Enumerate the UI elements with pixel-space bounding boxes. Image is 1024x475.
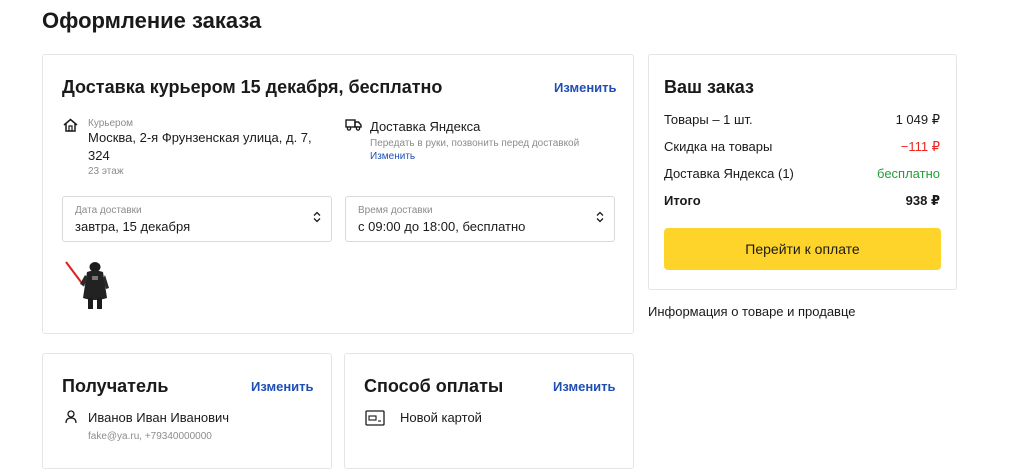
card-icon xyxy=(365,410,385,426)
recipient-change-link[interactable]: Изменить xyxy=(251,379,314,394)
delivery-date-select[interactable]: Дата доставки завтра, 15 декабря xyxy=(62,196,332,242)
product-image[interactable] xyxy=(63,258,113,310)
discount-label: Скидка на товары xyxy=(664,139,773,154)
address-type-label: Курьером xyxy=(88,118,134,129)
delivery-date-value: завтра, 15 декабря xyxy=(75,219,191,234)
product-seller-info-link[interactable]: Информация о товаре и продавце xyxy=(648,304,856,319)
delivery-service-name: Доставка Яндекса xyxy=(370,119,481,134)
address-line1: Москва, 2-я Фрунзенская улица, д. 7, xyxy=(88,130,312,145)
delivery-time-label: Время доставки xyxy=(358,205,433,216)
order-row-total: Итого 938 ₽ xyxy=(664,193,940,211)
home-icon xyxy=(63,118,78,132)
recipient-name: Иванов Иван Иванович xyxy=(88,410,230,425)
truck-icon xyxy=(345,119,362,131)
goods-label: Товары – 1 шт. xyxy=(664,112,753,127)
payment-card: Способ оплаты Изменить Новой картой xyxy=(344,353,634,469)
payment-method: Новой картой xyxy=(400,410,482,425)
delivery-title: Доставка курьером 15 декабря, бесплатно xyxy=(62,77,443,97)
delivery-card: Доставка курьером 15 декабря, бесплатно … xyxy=(42,54,634,334)
address-floor: 23 этаж xyxy=(88,166,124,177)
delivery-change-link[interactable]: Изменить xyxy=(554,80,617,95)
delivery-time-select[interactable]: Время доставки с 09:00 до 18:00, бесплат… xyxy=(345,196,615,242)
order-row-shipping: Доставка Яндекса (1) бесплатно xyxy=(664,166,940,184)
payment-title: Способ оплаты xyxy=(364,376,504,396)
page-title: Оформление заказа xyxy=(42,8,262,33)
delivery-service-change-link[interactable]: Изменить xyxy=(370,151,415,162)
order-title: Ваш заказ xyxy=(664,77,754,97)
delivery-service-note: Передать в руки, позвонить перед доставк… xyxy=(370,138,580,149)
person-icon xyxy=(65,410,77,424)
chevron-updown-icon xyxy=(596,211,604,223)
order-summary-card: Ваш заказ Товары – 1 шт. 1 049 ₽ Скидка … xyxy=(648,54,957,290)
chevron-updown-icon xyxy=(313,211,321,223)
goods-value: 1 049 ₽ xyxy=(895,112,940,127)
discount-value: −111 ₽ xyxy=(900,139,940,154)
recipient-card: Получатель Изменить Иванов Иван Иванович… xyxy=(42,353,332,469)
recipient-contacts: fake@ya.ru, +79340000000 xyxy=(88,431,212,442)
total-value: 938 ₽ xyxy=(905,193,940,208)
delivery-date-label: Дата доставки xyxy=(75,205,142,216)
go-to-payment-button[interactable]: Перейти к оплате xyxy=(664,228,941,270)
delivery-time-value: с 09:00 до 18:00, бесплатно xyxy=(358,219,526,234)
address-line2: 324 xyxy=(88,148,110,163)
payment-change-link[interactable]: Изменить xyxy=(553,379,616,394)
order-row-goods: Товары – 1 шт. 1 049 ₽ xyxy=(664,112,940,130)
shipping-value: бесплатно xyxy=(877,166,940,181)
shipping-label: Доставка Яндекса (1) xyxy=(664,166,794,181)
order-row-discount: Скидка на товары −111 ₽ xyxy=(664,139,940,157)
total-label: Итого xyxy=(664,193,701,208)
recipient-title: Получатель xyxy=(62,376,169,396)
